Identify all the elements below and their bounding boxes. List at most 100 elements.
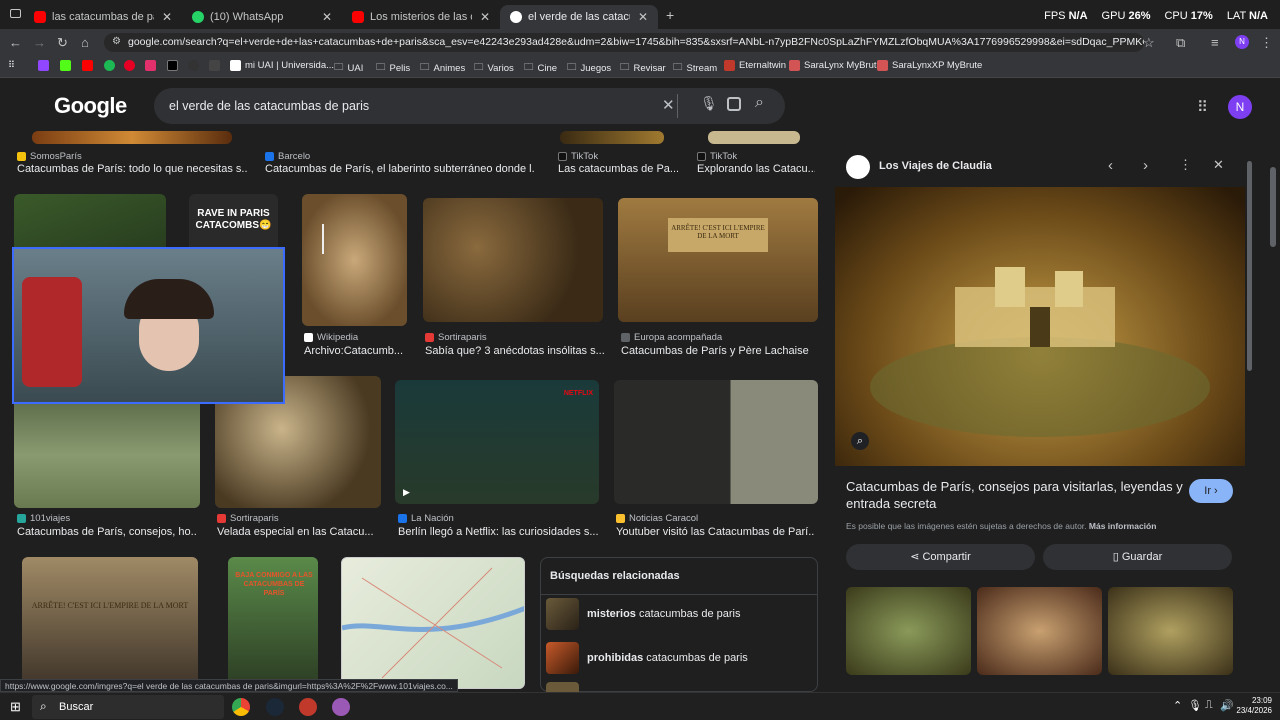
microphone-tray-icon[interactable]: 🎙: [1188, 699, 1202, 712]
result-source[interactable]: Noticias Caracol: [616, 513, 698, 524]
related-search-item[interactable]: prohibidas catacumbas de paris: [546, 642, 748, 674]
bookmark-uai[interactable]: mi UAI | Universida...: [230, 60, 334, 71]
address-bar[interactable]: ⚙ google.com/search?q=el+verde+de+las+ca…: [104, 33, 1144, 52]
result-source[interactable]: Sortiraparis: [425, 332, 487, 343]
bookmark-icon-8[interactable]: [188, 60, 203, 71]
result-caption[interactable]: Archivo:Catacumb...: [304, 345, 404, 357]
app-icon[interactable]: [332, 698, 350, 716]
tab-search-icon[interactable]: [10, 9, 21, 18]
result-source[interactable]: TikTok: [558, 151, 598, 162]
preview-image[interactable]: ⌕: [835, 187, 1245, 466]
bookmark-icon-5[interactable]: [124, 60, 139, 71]
result-image[interactable]: ARRÊTE! C'EST ICI L'EMPIRE DE LA MORT: [618, 198, 818, 322]
account-avatar[interactable]: N: [1228, 95, 1252, 119]
forward-icon[interactable]: →: [33, 35, 46, 50]
result-image[interactable]: [423, 198, 603, 322]
home-icon[interactable]: ⌂: [81, 35, 89, 50]
google-apps-icon[interactable]: ⠿: [1197, 98, 1208, 116]
result-caption[interactable]: Catacumbas de París y Père Lachaise: [621, 345, 816, 357]
close-tab-icon[interactable]: ✕: [638, 10, 648, 24]
menu-icon[interactable]: ⋮: [1260, 35, 1273, 51]
tab-google-active[interactable]: el verde de las catacumbas de p ✕: [500, 5, 658, 29]
result-caption[interactable]: Velada especial en las Catacu...: [217, 526, 382, 538]
tray-chevron-icon[interactable]: ⌃: [1173, 699, 1182, 712]
lens-icon[interactable]: [727, 97, 741, 111]
panel-scrollbar[interactable]: [1247, 161, 1252, 371]
close-tab-icon[interactable]: ✕: [322, 10, 332, 24]
related-search-item[interactable]: misterios catacumbas de paris: [546, 598, 740, 630]
result-image[interactable]: ARRÊTE! C'EST ICI L'EMPIRE DE LA MORT: [22, 557, 198, 692]
go-button[interactable]: Ir ›: [1189, 479, 1233, 503]
folder-pelis[interactable]: 🗀 Pelis: [376, 60, 410, 76]
result-image-map[interactable]: [341, 557, 525, 689]
site-info-icon[interactable]: ⚙: [112, 36, 121, 47]
result-source[interactable]: Barcelo: [265, 151, 310, 162]
prev-icon[interactable]: ‹: [1108, 157, 1113, 174]
obs-icon[interactable]: [299, 698, 317, 716]
result-source[interactable]: Wikipedia: [304, 332, 358, 343]
more-info-link[interactable]: Más información: [1089, 521, 1157, 531]
bookmark-icon-3[interactable]: [82, 60, 97, 71]
profile-avatar[interactable]: N: [1235, 35, 1249, 49]
tab-youtube-2[interactable]: Los misterios de las catacumba ✕: [342, 5, 500, 29]
panel-title[interactable]: Catacumbas de París, consejos para visit…: [846, 478, 1186, 512]
result-source[interactable]: La Nación: [398, 513, 454, 524]
bookmark-star-icon[interactable]: ☆: [1143, 35, 1155, 51]
panel-site-name[interactable]: Los Viajes de Claudia: [879, 160, 992, 172]
bookmark-saralynxxp[interactable]: SaraLynxXP MyBrute: [877, 60, 982, 71]
folder-juegos[interactable]: 🗀 Juegos: [567, 60, 611, 76]
back-icon[interactable]: ←: [9, 35, 22, 50]
close-tab-icon[interactable]: ✕: [480, 10, 490, 24]
apps-grid-icon[interactable]: ⠿: [8, 60, 15, 71]
new-tab-icon[interactable]: +: [666, 7, 674, 23]
result-caption[interactable]: Catacumbas de París: todo lo que necesit…: [17, 163, 247, 175]
lens-search-icon[interactable]: ⌕: [851, 432, 869, 450]
reload-icon[interactable]: ↻: [57, 35, 68, 51]
bookmark-icon-2[interactable]: [60, 60, 75, 71]
next-icon[interactable]: ›: [1143, 157, 1148, 174]
folder-uai[interactable]: 🗀 UAI: [334, 60, 363, 76]
result-caption[interactable]: Catacumbas de París, consejos, ho...: [17, 526, 197, 538]
tab-whatsapp[interactable]: (10) WhatsApp ✕: [182, 5, 342, 29]
microphone-icon[interactable]: 🎙: [700, 95, 718, 112]
result-image[interactable]: [614, 380, 818, 504]
bookmark-eternaltwin[interactable]: Eternaltwin: [724, 60, 786, 71]
page-scrollbar[interactable]: [1270, 167, 1276, 247]
folder-stream[interactable]: 🗀 Stream: [673, 60, 717, 76]
bookmark-icon-9[interactable]: [209, 60, 224, 71]
chrome-icon[interactable]: [232, 698, 250, 716]
result-image-tiktok[interactable]: BAJA CONMIGO A LAS CATACUMBAS DE PARÍS: [228, 557, 318, 692]
related-search-item[interactable]: [546, 682, 587, 692]
folder-varios[interactable]: 🗀 Varios: [474, 60, 514, 76]
result-image[interactable]: [32, 131, 232, 144]
close-panel-icon[interactable]: ✕: [1213, 157, 1224, 173]
result-caption[interactable]: Las catacumbas de Pa...: [558, 163, 678, 175]
result-source[interactable]: Sortiraparis: [217, 513, 279, 524]
result-caption[interactable]: Berlín llegó a Netflix: las curiosidades…: [398, 526, 598, 538]
result-caption[interactable]: Explorando las Catacu...: [697, 163, 815, 175]
steam-icon[interactable]: [266, 698, 284, 716]
bookmark-icon-7[interactable]: [167, 60, 182, 71]
share-button[interactable]: ⋖ Compartir: [846, 544, 1035, 570]
search-box[interactable]: el verde de las catacumbas de paris ✕ 🎙 …: [154, 88, 785, 124]
save-button[interactable]: ▯ Guardar: [1043, 544, 1232, 570]
result-caption[interactable]: Youtuber visitó las Catacumbas de Parí..…: [616, 526, 814, 538]
more-options-icon[interactable]: ⋮: [1179, 157, 1192, 173]
result-image[interactable]: [708, 131, 800, 144]
bookmark-icon-4[interactable]: [104, 60, 119, 71]
result-caption[interactable]: Catacumbas de París, el laberinto subter…: [265, 163, 535, 175]
volume-icon[interactable]: 🔊: [1220, 699, 1234, 712]
related-image[interactable]: [977, 587, 1102, 675]
network-icon[interactable]: ⎍: [1205, 699, 1213, 712]
result-source[interactable]: SomosParís: [17, 151, 82, 162]
result-source[interactable]: TikTok: [697, 151, 737, 162]
folder-revisar[interactable]: 🗀 Revisar: [620, 60, 666, 76]
search-input[interactable]: el verde de las catacumbas de paris: [169, 99, 369, 113]
extensions-icon[interactable]: ⧉: [1176, 35, 1185, 51]
result-image-netflix[interactable]: NETFLIX ▶: [395, 380, 599, 504]
clear-icon[interactable]: ✕: [662, 96, 675, 114]
media-icon[interactable]: ≡: [1211, 35, 1219, 50]
related-image[interactable]: [846, 587, 971, 675]
clock[interactable]: 23:09 23/4/2026: [1236, 696, 1272, 716]
close-tab-icon[interactable]: ✕: [162, 10, 172, 24]
